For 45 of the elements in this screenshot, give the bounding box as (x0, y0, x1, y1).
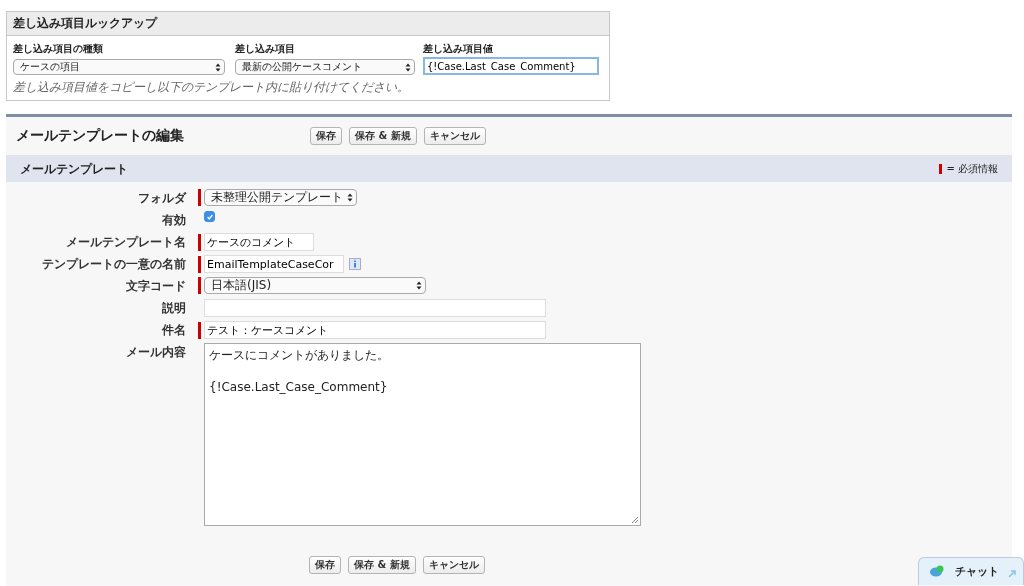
updown-icon (347, 193, 353, 202)
chat-button[interactable]: チャット (918, 557, 1024, 585)
text-field[interactable]: テスト：ケースコメント (204, 321, 546, 339)
merge-value-field[interactable]: {!Case.Last_Case_Comment} (423, 57, 599, 75)
action-button[interactable]: 保存 & 新規 (348, 556, 416, 574)
resize-icon[interactable] (631, 516, 639, 524)
updown-icon (405, 62, 411, 72)
updown-icon (215, 62, 221, 72)
field-label: 説明 (161, 300, 186, 317)
field-label: 文字コード (125, 278, 186, 295)
type-select[interactable]: ケースの項目 (13, 59, 225, 75)
text-field[interactable]: EmailTemplateCaseCor (204, 255, 344, 273)
action-button[interactable]: 保存 (310, 127, 342, 145)
dropdown[interactable]: 未整理公開テンプレート (204, 189, 357, 206)
checkbox[interactable] (204, 211, 215, 222)
field-select[interactable]: 最新の公開ケースコメント (235, 59, 415, 75)
section-title: メールテンプレート (20, 160, 128, 178)
expand-icon (1007, 569, 1017, 579)
text-field[interactable] (204, 299, 546, 317)
action-button[interactable]: 保存 & 新規 (349, 127, 417, 145)
page-title: メールテンプレートの編集 (15, 127, 185, 145)
chat-icon (929, 564, 945, 579)
body-text: {!Case.Last_Case_Comment} (209, 379, 388, 395)
dropdown[interactable]: 日本語(JIS) (204, 277, 426, 294)
updown-icon (416, 281, 422, 290)
field-label: メールテンプレート名 (65, 234, 186, 251)
field-label: 差し込み項目値 (423, 42, 494, 56)
field-label: メール内容 (125, 344, 186, 361)
info-icon[interactable] (349, 258, 361, 270)
action-button[interactable]: キャンセル (423, 127, 486, 145)
hint-text: 差し込み項目値をコピーし以下のテンプレート内に貼り付けてください。 (13, 79, 410, 96)
text-field[interactable]: ケースのコメント (204, 233, 314, 251)
action-button[interactable]: キャンセル (422, 556, 485, 574)
action-button[interactable]: 保存 (309, 556, 341, 574)
field-label: フォルダ (137, 190, 186, 207)
field-label: 件名 (161, 322, 186, 339)
field-label: 差し込み項目の種類 (13, 42, 104, 56)
body-textarea[interactable]: ケースにコメントがありました。 {!Case.Last_Case_Comment} (204, 343, 641, 526)
panel-title: 差し込み項目ルックアップ (13, 15, 157, 32)
field-label: テンプレートの一意の名前 (41, 256, 186, 273)
required-marker (939, 164, 943, 174)
body-text: ケースにコメントがありました。 (209, 347, 389, 363)
field-label: 有効 (161, 212, 186, 229)
required-legend: = 必須情報 (946, 162, 998, 176)
field-label: 差し込み項目 (235, 42, 296, 56)
